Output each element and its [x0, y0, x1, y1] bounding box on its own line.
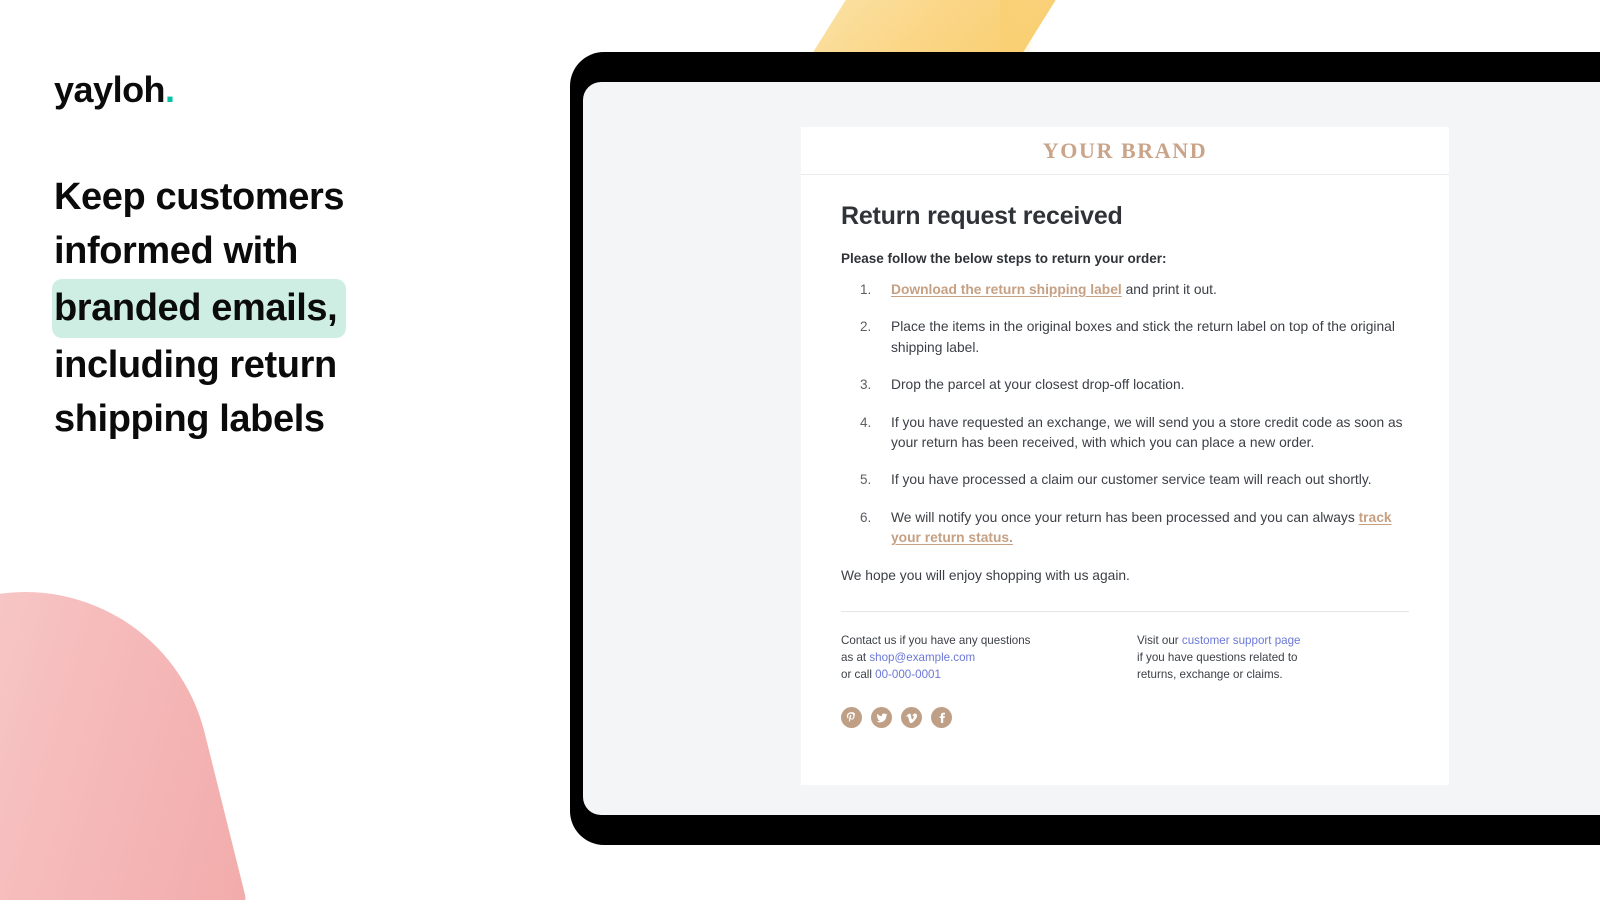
marketing-column: yayloh. Keep customers informed with bra… [52, 72, 524, 447]
headline-line-5: shipping labels [54, 398, 325, 441]
list-item: Place the items in the original boxes an… [841, 317, 1409, 358]
support-phone-link[interactable]: 00-000-0001 [875, 668, 941, 681]
social-links-row [801, 683, 1449, 729]
footer-support-line-2: if you have questions related to [1137, 650, 1298, 664]
tablet-screen: YOUR BRAND Return request received Pleas… [583, 82, 1600, 815]
customer-support-page-link[interactable]: customer support page [1182, 634, 1301, 647]
step-text-before: If you have requested an exchange, we wi… [891, 414, 1403, 451]
logo-wordmark: yayloh [54, 69, 166, 110]
headline-line-4: including return [54, 343, 337, 386]
yellow-accent-fade [1000, 0, 1034, 54]
step-text-before: If you have processed a claim our custom… [891, 472, 1372, 488]
step-text-before: Place the items in the original boxes an… [891, 319, 1395, 355]
download-return-label-link[interactable]: Download the return shipping label [891, 282, 1122, 297]
list-item: If you have requested an exchange, we wi… [841, 413, 1409, 454]
email-brand-header: YOUR BRAND [801, 127, 1449, 175]
footer-contact-line-2: as at shop@example.com [841, 650, 1137, 667]
step-text-before: We will notify you once your return has … [891, 509, 1359, 525]
pink-accent-shape [0, 552, 250, 900]
email-body: Return request received Please follow th… [801, 175, 1449, 586]
footer-contact-line-1: Contact us if you have any questions [841, 634, 1031, 648]
vimeo-icon[interactable] [901, 707, 922, 729]
step-text-after: and print it out. [1121, 282, 1217, 297]
footer-email-prefix: as at [841, 650, 870, 664]
footer-support-column: Visit our customer support page if you h… [1137, 633, 1301, 683]
email-preview-card: YOUR BRAND Return request received Pleas… [801, 127, 1449, 785]
page-root: yayloh. Keep customers informed with bra… [0, 0, 1600, 900]
tablet-device-frame: YOUR BRAND Return request received Pleas… [570, 52, 1600, 845]
footer-contact-column: Contact us if you have any questions as … [841, 633, 1137, 683]
email-intro-text: Please follow the below steps to return … [841, 251, 1167, 266]
headline-line-1: Keep customers [54, 176, 345, 218]
headline-line-3: branded emails, [52, 278, 524, 338]
headline-highlight: branded emails, [52, 278, 347, 338]
footer-contact-line-3: or call 00-000-0001 [841, 667, 1137, 684]
step-text-before: Drop the parcel at your closest drop-off… [891, 377, 1185, 393]
email-closing-text: We hope you will enjoy shopping with us … [841, 567, 1130, 583]
pinterest-icon[interactable] [841, 707, 862, 729]
facebook-icon[interactable] [931, 707, 952, 729]
list-item: Download the return shipping label and p… [841, 280, 1409, 300]
page-title: Keep customers informed with branded ema… [52, 170, 524, 447]
headline-line-2: informed with [54, 230, 298, 273]
email-footer: Contact us if you have any questions as … [801, 612, 1449, 683]
twitter-icon[interactable] [871, 707, 892, 729]
yayloh-logo: yayloh. [54, 72, 524, 108]
email-heading: Return request received [841, 202, 1123, 230]
list-item: Drop the parcel at your closest drop-off… [841, 375, 1409, 395]
logo-dot: . [165, 69, 175, 110]
return-steps-list: Download the return shipping label and p… [841, 280, 1409, 549]
list-item: If you have processed a claim our custom… [841, 470, 1409, 490]
support-email-link[interactable]: shop@example.com [869, 651, 975, 664]
yellow-accent-shape [812, 0, 1116, 54]
footer-phone-prefix: or call [841, 667, 876, 681]
brand-name-label: YOUR BRAND [1042, 137, 1208, 163]
footer-support-line-1: Visit our customer support page [1137, 633, 1301, 650]
footer-support-line-3: returns, exchange or claims. [1137, 667, 1283, 681]
list-item: We will notify you once your return has … [841, 508, 1409, 549]
footer-support-prefix: Visit our [1137, 634, 1182, 648]
